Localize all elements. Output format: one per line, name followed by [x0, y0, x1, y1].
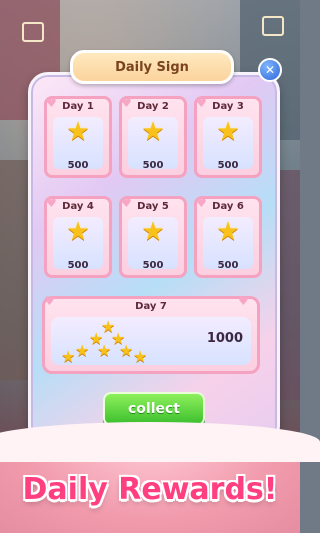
reward-amount: 1000 [206, 331, 243, 346]
star-icon: ★ [216, 117, 240, 147]
heart-icon: ♥ [44, 294, 55, 308]
star-pile-icon: ★ ★ ★ ★ ★ ★ ★ ★ [61, 317, 148, 366]
reward-amount: 500 [217, 160, 239, 171]
star-icon: ★ [66, 117, 90, 147]
shop-icon [262, 16, 284, 36]
star-icon: ★ [216, 217, 240, 247]
reward-amount: 500 [142, 260, 164, 271]
day-label: Day 7 [135, 301, 167, 312]
star-icon: ★ [141, 117, 165, 147]
collect-button[interactable]: collect [103, 392, 205, 426]
day-card-7[interactable]: Day 7 ★ ★ ★ ★ ★ ★ ★ ★ 1000 [42, 296, 260, 374]
heart-icon: ♥ [196, 196, 207, 210]
close-icon: ✕ [264, 63, 276, 77]
reward-amount: 500 [217, 260, 239, 271]
star-icon: ★ [66, 217, 90, 247]
heart-icon: ♥ [121, 96, 132, 110]
daily-rewards-banner: Daily Rewards! [22, 472, 278, 507]
heart-icon: ♥ [121, 196, 132, 210]
star-icon: ★ [141, 217, 165, 247]
title-ribbon: Daily Sign [70, 50, 234, 84]
heart-icon: ♥ [196, 96, 207, 110]
heart-icon: ♥ [238, 294, 249, 308]
heart-icon: ♥ [46, 196, 57, 210]
reward-amount: 500 [67, 160, 89, 171]
close-button[interactable]: ✕ [258, 58, 282, 82]
heart-icon: ♥ [46, 96, 57, 110]
dialog-title: Daily Sign [115, 59, 189, 75]
reward-amount: 500 [67, 260, 89, 271]
collect-label: collect [127, 401, 180, 417]
calendar-icon [22, 22, 44, 42]
reward-amount: 500 [142, 160, 164, 171]
